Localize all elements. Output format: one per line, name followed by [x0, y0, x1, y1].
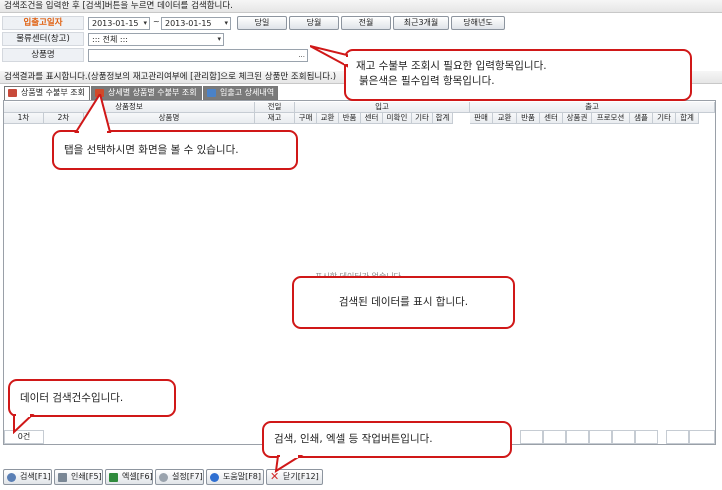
product-label: 상품명: [2, 48, 84, 62]
footer-total-cell: [689, 430, 715, 444]
dropdown-arrow-icon: ▾: [224, 19, 228, 27]
gear-icon: [159, 473, 168, 482]
callout-tail: [274, 455, 304, 473]
column-header-in: 교환: [317, 113, 339, 124]
product-field[interactable]: ...: [88, 49, 308, 62]
print-button[interactable]: 인쇄[F5]: [54, 469, 103, 485]
footer-total-cell: [589, 430, 612, 444]
tab-help-callout: 탭을 선택하시면 화면을 볼 수 있습니다.: [52, 130, 298, 170]
column-header-out: 판매: [470, 113, 493, 124]
quick-month-button[interactable]: 당월: [289, 16, 339, 30]
count-help-callout: 데이터 검색건수입니다.: [8, 379, 176, 417]
column-header-out: 반품: [517, 113, 540, 124]
callout-tail: [13, 414, 35, 434]
warehouse-label: 물류센터(창고): [2, 32, 84, 46]
quick-3months-button[interactable]: 최근3개월: [393, 16, 449, 30]
quick-today-button[interactable]: 당일: [237, 16, 287, 30]
column-header-in: 합계: [433, 113, 453, 124]
column-header-out: 프로모션: [592, 113, 630, 124]
footer-total-cell: [566, 430, 589, 444]
dropdown-arrow-icon: ▾: [143, 19, 147, 27]
tab-icon: [207, 89, 216, 97]
input-help-callout: 재고 수불부 조회시 필요한 입력항목입니다. 붉은색은 필수입력 항목입니다.: [344, 49, 692, 101]
data-help-callout: 검색된 데이터를 표시 합니다.: [292, 276, 515, 329]
column-header-in: 미확인: [383, 113, 412, 124]
footer-total-cell: [635, 430, 658, 444]
help-button[interactable]: 도움말[F8]: [206, 469, 264, 485]
tab-icon: [8, 89, 17, 97]
callout-tail: [310, 45, 348, 68]
header-outbound: 출고: [470, 102, 715, 113]
excel-icon: [109, 473, 118, 482]
column-header-out: 교환: [493, 113, 517, 124]
date-label: 입출고일자: [2, 16, 84, 30]
help-icon: [210, 473, 219, 482]
search-section-header: 검색조건을 입력한 후 [검색]버튼을 누르면 데이터를 검색합니다.: [0, 0, 722, 13]
header-inbound: 입고: [295, 102, 470, 113]
footer-total-cell: [666, 430, 689, 444]
settings-button[interactable]: 설정[F7]: [155, 469, 204, 485]
header-prev-day: 전일: [255, 102, 295, 113]
column-header-in: 기타: [412, 113, 433, 124]
tab-inout-detail[interactable]: 입출고 상세내역: [203, 86, 278, 100]
column-header-in: 센터: [361, 113, 383, 124]
callout-tail: [74, 94, 112, 134]
column-header-in: 반품: [339, 113, 361, 124]
column-header-cat1: 1차: [4, 113, 44, 124]
search-icon: [7, 473, 16, 482]
footer-total-cell: [520, 430, 543, 444]
search-button[interactable]: 검색[F1]: [3, 469, 52, 485]
footer-total-cell: [543, 430, 566, 444]
excel-button[interactable]: 엑셀[F6]: [105, 469, 153, 485]
column-header-out: 샘플: [630, 113, 653, 124]
warehouse-select[interactable]: ::: 전체 ::: ▾: [88, 33, 224, 46]
buttons-help-callout: 검색, 인쇄, 엑셀 등 작업버튼입니다.: [262, 421, 512, 458]
quick-year-button[interactable]: 당해년도: [451, 16, 505, 30]
header-product-info: 상품정보: [4, 102, 255, 113]
printer-icon: [58, 473, 67, 482]
date-separator: ~: [153, 17, 160, 26]
date-from-field[interactable]: 2013-01-15 ▾: [88, 17, 150, 30]
column-header-out: 상품권: [563, 113, 592, 124]
column-header-in: 구매: [295, 113, 317, 124]
date-to-field[interactable]: 2013-01-15 ▾: [161, 17, 231, 30]
column-header-out: 기타: [653, 113, 676, 124]
dropdown-arrow-icon: ▾: [217, 35, 221, 43]
column-header-stock: 재고: [255, 113, 295, 124]
ellipsis-icon[interactable]: ...: [298, 50, 305, 61]
quick-prev-month-button[interactable]: 전월: [341, 16, 391, 30]
footer-total-cell: [612, 430, 635, 444]
column-header-out: 합계: [676, 113, 699, 124]
column-header-out: 센터: [540, 113, 563, 124]
